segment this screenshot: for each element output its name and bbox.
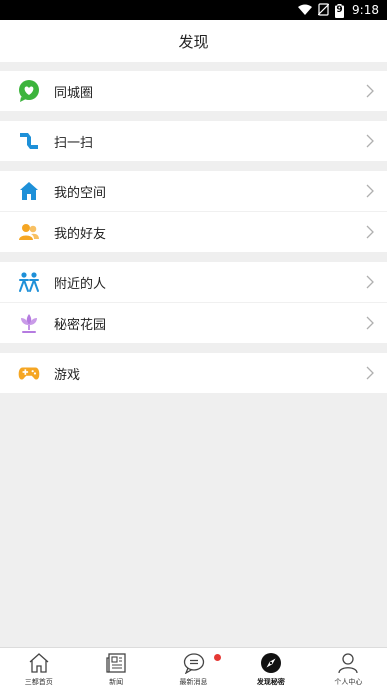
status-bar: 9 9:18: [0, 0, 387, 20]
no-sim-icon: [317, 1, 330, 20]
chevron-right-icon: [363, 184, 377, 198]
chevron-right-icon: [363, 84, 377, 98]
row-same-city-circle[interactable]: 同城圈: [0, 71, 387, 111]
row-label: 同城圈: [54, 85, 94, 101]
tab-latest-messages[interactable]: 最新消息: [155, 648, 232, 689]
group-social: 附近的人 秘密花园: [0, 262, 387, 343]
gamepad-icon: [18, 362, 40, 384]
nearby-people-icon: [18, 271, 40, 293]
chat-bubble-icon: [183, 652, 205, 674]
row-label: 附近的人: [54, 276, 107, 292]
row-my-space[interactable]: 我的空间: [0, 171, 387, 211]
tab-discover[interactable]: 发现秘密: [232, 648, 309, 689]
row-nearby-people[interactable]: 附近的人: [0, 262, 387, 302]
tab-label: 最新消息: [179, 678, 208, 686]
battery-icon: 9: [335, 3, 345, 18]
home-icon: [18, 180, 40, 202]
chevron-right-icon: [363, 275, 377, 289]
chevron-right-icon: [363, 134, 377, 148]
newspaper-icon: [105, 652, 127, 674]
row-label: 我的空间: [54, 185, 107, 201]
row-label: 秘密花园: [54, 317, 107, 333]
compass-icon: [260, 652, 282, 674]
chevron-right-icon: [363, 316, 377, 330]
tab-news[interactable]: 新闻: [77, 648, 154, 689]
chevron-right-icon: [363, 366, 377, 380]
page-title: 发现: [178, 32, 209, 51]
tab-label: 新闻: [109, 678, 124, 686]
lotus-icon: [18, 312, 40, 334]
row-label: 扫一扫: [54, 135, 94, 151]
row-my-friends[interactable]: 我的好友: [0, 211, 387, 252]
bottom-tab-bar: 三都首页 新闻 最新消息 发现秘密 个人中心: [0, 647, 387, 689]
row-games[interactable]: 游戏: [0, 353, 387, 393]
person-icon: [337, 652, 359, 674]
battery-label: 9: [336, 5, 343, 15]
heart-bubble-icon: [18, 80, 40, 102]
unread-badge-dot: [213, 654, 221, 661]
row-secret-garden[interactable]: 秘密花园: [0, 302, 387, 343]
tab-label: 个人中心: [334, 678, 363, 686]
group-games: 游戏: [0, 353, 387, 393]
tab-label: 三都首页: [24, 678, 53, 686]
wifi-icon: [298, 1, 313, 20]
scan-icon: [18, 130, 40, 152]
group-moments: 同城圈: [0, 71, 387, 111]
group-scan: 扫一扫: [0, 121, 387, 161]
chevron-right-icon: [363, 225, 377, 239]
row-scan[interactable]: 扫一扫: [0, 121, 387, 161]
row-label: 我的好友: [54, 226, 107, 242]
group-personal: 我的空间 我的好友: [0, 171, 387, 252]
tab-label: 发现秘密: [256, 678, 285, 686]
tab-profile[interactable]: 个人中心: [310, 648, 387, 689]
friends-icon: [18, 221, 40, 243]
row-label: 游戏: [54, 367, 81, 383]
status-icons: 9 9:18: [298, 0, 379, 20]
tab-home[interactable]: 三都首页: [0, 648, 77, 689]
home-outline-icon: [28, 652, 50, 674]
title-bar: 发现: [0, 20, 387, 62]
status-time: 9:18: [352, 3, 379, 17]
